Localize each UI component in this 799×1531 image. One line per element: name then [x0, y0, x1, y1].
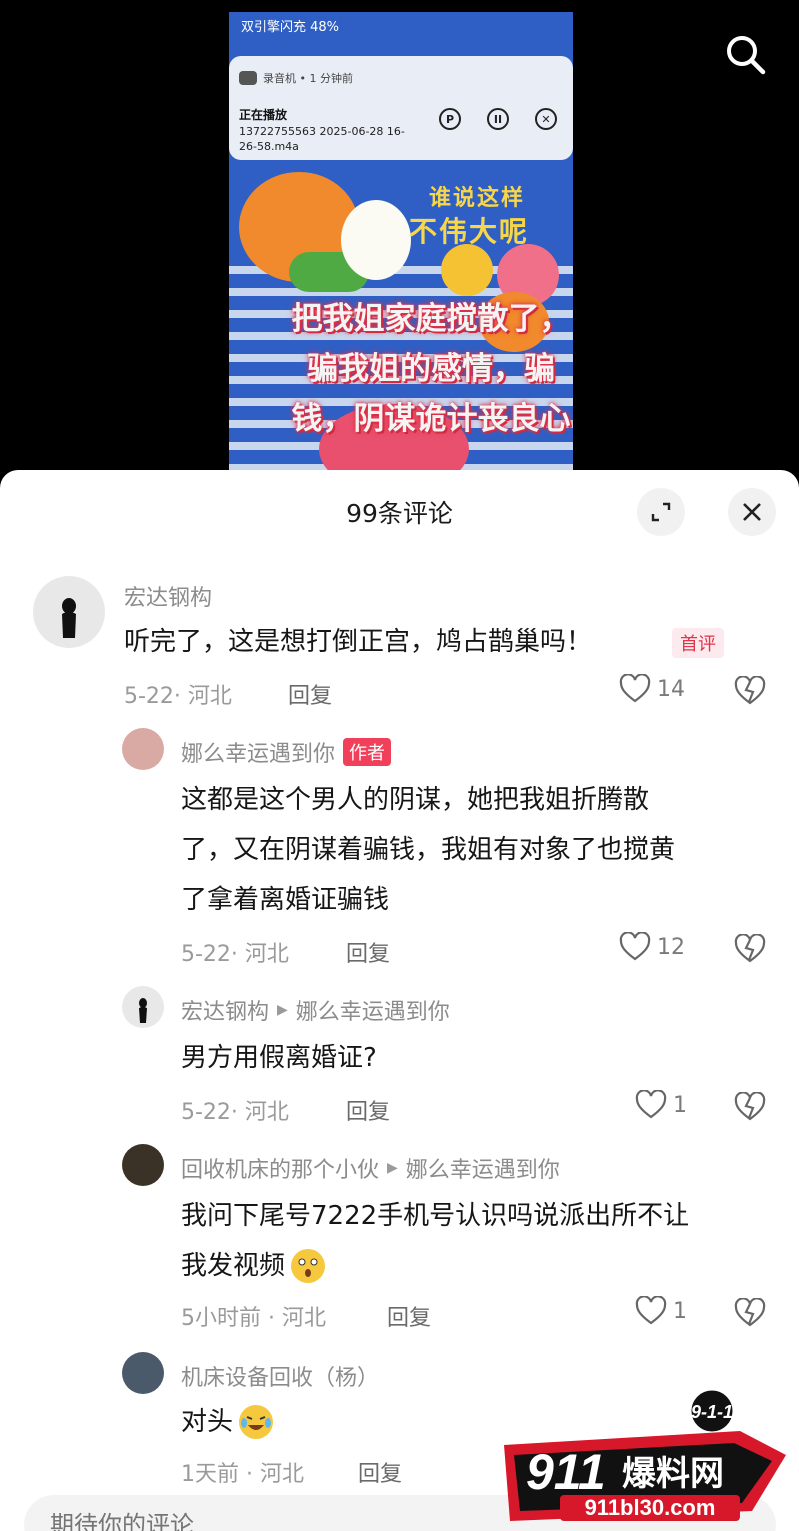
- reply-text-row: 对头: [181, 1396, 274, 1448]
- reply-author-row: 娜么幸运遇到你 作者: [181, 736, 392, 768]
- like-button[interactable]: 1: [635, 1090, 687, 1120]
- reply-text-line-3: 了拿着离婚证骗钱: [181, 885, 390, 915]
- watermark-url: 911bl30.com: [585, 1495, 716, 1520]
- comment-author[interactable]: 宏达钢构: [124, 580, 212, 612]
- video-player[interactable]: 双引擎闪充 48% 谁说这样 不伟大呢 录音机 • 1 分钟前 正在播放 137…: [0, 0, 799, 480]
- like-count: 1: [673, 1298, 687, 1324]
- close-sheet-button[interactable]: [728, 488, 776, 536]
- notification-app-row: 录音机 • 1 分钟前: [239, 70, 353, 86]
- dislike-button[interactable]: [734, 933, 766, 968]
- comment-text: 听完了，这是想打倒正宫，鸠占鹊巢吗！: [124, 627, 593, 657]
- reply-text: 男方用假离婚证?: [181, 1043, 377, 1073]
- heart-icon: [635, 1296, 667, 1325]
- like-button[interactable]: 1: [635, 1296, 687, 1326]
- reply-to-arrow-icon: ▶: [277, 1002, 288, 1018]
- avatar[interactable]: [33, 576, 105, 648]
- reply-meta: 5-22· 河北: [181, 1100, 289, 1125]
- reply-meta: 5小时前 · 河北: [181, 1306, 326, 1331]
- reply-text-line-1: 我问下尾号7222手机号认识吗说派出所不让: [181, 1201, 690, 1231]
- dislike-button[interactable]: [734, 1091, 766, 1126]
- close-icon: [743, 503, 761, 521]
- broken-heart-icon: [734, 1297, 766, 1327]
- first-comment-badge: 首评: [672, 628, 724, 658]
- reply-to-arrow-icon: ▶: [387, 1160, 398, 1176]
- notification-app-label: 录音机 • 1 分钟前: [263, 72, 353, 85]
- broken-heart-icon: [734, 1091, 766, 1121]
- broken-heart-icon: [734, 675, 766, 705]
- reply-meta: 5-22· 河北: [181, 942, 289, 967]
- like-button[interactable]: 12: [619, 932, 685, 962]
- phone-status-line: 双引擎闪充 48%: [241, 20, 340, 35]
- playback-speed-icon[interactable]: P: [439, 108, 461, 130]
- poster-text-2: 不伟大呢: [409, 215, 530, 248]
- reply-author-row: 宏达钢构 ▶ 娜么幸运遇到你: [181, 994, 450, 1026]
- author-badge: 作者: [343, 738, 392, 766]
- poster-bunny: [341, 200, 411, 280]
- reply-text-line-2: 我发视频: [181, 1251, 286, 1281]
- reply-button[interactable]: 回复: [346, 1094, 390, 1126]
- dislike-button[interactable]: [734, 675, 766, 710]
- like-count: 1: [673, 1092, 687, 1118]
- reply-author[interactable]: 机床设备回收（杨）: [181, 1360, 379, 1392]
- heart-icon: [635, 1090, 667, 1119]
- search-icon[interactable]: [723, 32, 769, 78]
- reply-button[interactable]: 回复: [358, 1456, 402, 1488]
- broken-heart-icon: [734, 933, 766, 963]
- reply-text-line-1: 这都是这个男人的阴谋，她把我姐折腾散: [181, 785, 650, 815]
- reply-to-user[interactable]: 娜么幸运遇到你: [406, 1152, 560, 1184]
- avatar[interactable]: [122, 1352, 164, 1394]
- reply-author[interactable]: 娜么幸运遇到你: [181, 736, 335, 768]
- notification-title: 正在播放: [239, 108, 288, 122]
- video-frame: 双引擎闪充 48% 谁说这样 不伟大呢 录音机 • 1 分钟前 正在播放 137…: [229, 12, 573, 480]
- avatar[interactable]: [122, 986, 164, 1028]
- reply-button[interactable]: 回复: [288, 678, 332, 710]
- poster-text-1: 谁说这样: [429, 186, 526, 211]
- watermark-badge: 9-1-1: [691, 1402, 733, 1422]
- heart-icon: [619, 674, 651, 703]
- reply-author[interactable]: 宏达钢构: [181, 994, 269, 1026]
- video-caption: 把我姐家庭搅散了，骗我姐的感情，骗钱，阴谋诡计丧良心: [291, 301, 571, 437]
- reply-meta: 1天前 · 河北: [181, 1462, 304, 1487]
- recorder-notification[interactable]: 录音机 • 1 分钟前 正在播放 13722755563 2025-06-28 …: [229, 56, 573, 160]
- reply-button[interactable]: 回复: [346, 936, 390, 968]
- watermark-brand-name: 爆料网: [622, 1454, 724, 1494]
- dislike-button[interactable]: [734, 1297, 766, 1332]
- notification-file-name: 13722755563 2025-06-28 16-26-58.m4a: [239, 125, 405, 153]
- heart-icon: [619, 932, 651, 961]
- site-watermark-logo: 9-1-1 911 爆料网 911bl30.com: [490, 1385, 790, 1530]
- like-button[interactable]: 14: [619, 674, 685, 704]
- expand-button[interactable]: [637, 488, 685, 536]
- reply-text: 对头: [181, 1407, 234, 1437]
- reply-author[interactable]: 回收机床的那个小伙: [181, 1152, 379, 1184]
- crying-laughing-emoji-icon: [239, 1405, 274, 1439]
- reply-button[interactable]: 回复: [387, 1300, 431, 1332]
- watermark-brand-number: 911: [526, 1444, 606, 1500]
- reply-text-line-2: 了，又在阴谋着骗钱，我姐有对象了也搅黄: [181, 835, 676, 865]
- expand-icon: [651, 502, 671, 522]
- like-count: 14: [657, 676, 685, 702]
- comment-meta: 5-22· 河北: [124, 684, 232, 709]
- comment-sheet: 99条评论 宏达钢构 听完了，这是想打倒正宫，鸠占鹊巢吗！ 首评 5-22· 河…: [0, 470, 799, 1531]
- like-count: 12: [657, 934, 685, 960]
- poster-yellow-face: [441, 244, 493, 296]
- avatar[interactable]: [122, 1144, 164, 1186]
- reply-author-row: 回收机床的那个小伙 ▶ 娜么幸运遇到你: [181, 1152, 560, 1184]
- avatar[interactable]: [122, 728, 164, 770]
- reply-text-line-2-row: 我发视频: [181, 1240, 326, 1292]
- surprised-emoji-icon: [291, 1249, 326, 1283]
- reply-to-user[interactable]: 娜么幸运遇到你: [296, 994, 450, 1026]
- pause-icon[interactable]: II: [487, 108, 509, 130]
- close-icon[interactable]: ✕: [535, 108, 557, 130]
- recorder-app-icon: [239, 71, 257, 85]
